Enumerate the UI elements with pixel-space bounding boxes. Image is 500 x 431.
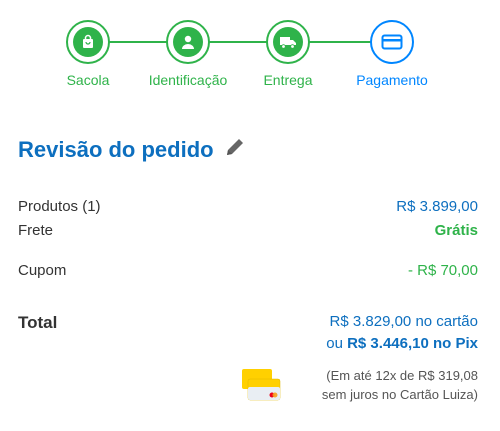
total-label: Total (18, 313, 58, 332)
order-review-title-text: Revisão do pedido (18, 137, 214, 162)
luiza-card-image (240, 367, 282, 403)
installments-info: (Em até 12x de R$ 319,08 sem juros no Ca… (322, 366, 478, 404)
pencil-icon[interactable] (224, 136, 246, 164)
products-row: Produtos (1) R$ 3.899,00 (18, 198, 478, 215)
total-card-price: R$ 3.829,00 no cartão (329, 313, 478, 330)
products-label: Produtos (1) (18, 198, 101, 215)
total-block: R$ 3.829,00 no cartão ou R$ 3.446,10 no … (326, 311, 478, 355)
step-label-pagamento: Pagamento (356, 72, 428, 88)
shopping-bag-icon (73, 27, 103, 57)
user-icon (173, 27, 203, 57)
coupon-row: Cupom - R$ 70,00 (18, 262, 478, 279)
step-circle (166, 20, 210, 64)
step-pagamento[interactable]: Pagamento (332, 20, 452, 88)
shipping-label: Frete (18, 222, 54, 239)
shipping-value: Grátis (434, 222, 478, 239)
step-circle-active (370, 20, 414, 64)
total-pix-price: R$ 3.446,10 no Pix (347, 335, 478, 352)
coupon-label: Cupom (18, 262, 67, 279)
shipping-row: Frete Grátis (18, 222, 478, 239)
truck-icon (273, 27, 303, 57)
credit-card-icon (377, 27, 407, 57)
total-pix-line: ou R$ 3.446,10 no Pix (326, 333, 478, 355)
step-entrega[interactable]: Entrega (228, 20, 348, 88)
products-value: R$ 3.899,00 (396, 198, 478, 215)
step-circle (266, 20, 310, 64)
checkout-stepper: Sacola Identificação Entrega Pagamento (0, 0, 500, 100)
installments-line1: (Em até 12x de R$ 319,08 (326, 368, 478, 383)
order-review-title: Revisão do pedido (18, 136, 246, 164)
total-pix-prefix: ou (326, 335, 348, 352)
step-circle (66, 20, 110, 64)
step-label-entrega: Entrega (263, 72, 313, 88)
coupon-value: - R$ 70,00 (407, 262, 478, 279)
installments-line2: sem juros no Cartão Luiza) (321, 387, 478, 402)
